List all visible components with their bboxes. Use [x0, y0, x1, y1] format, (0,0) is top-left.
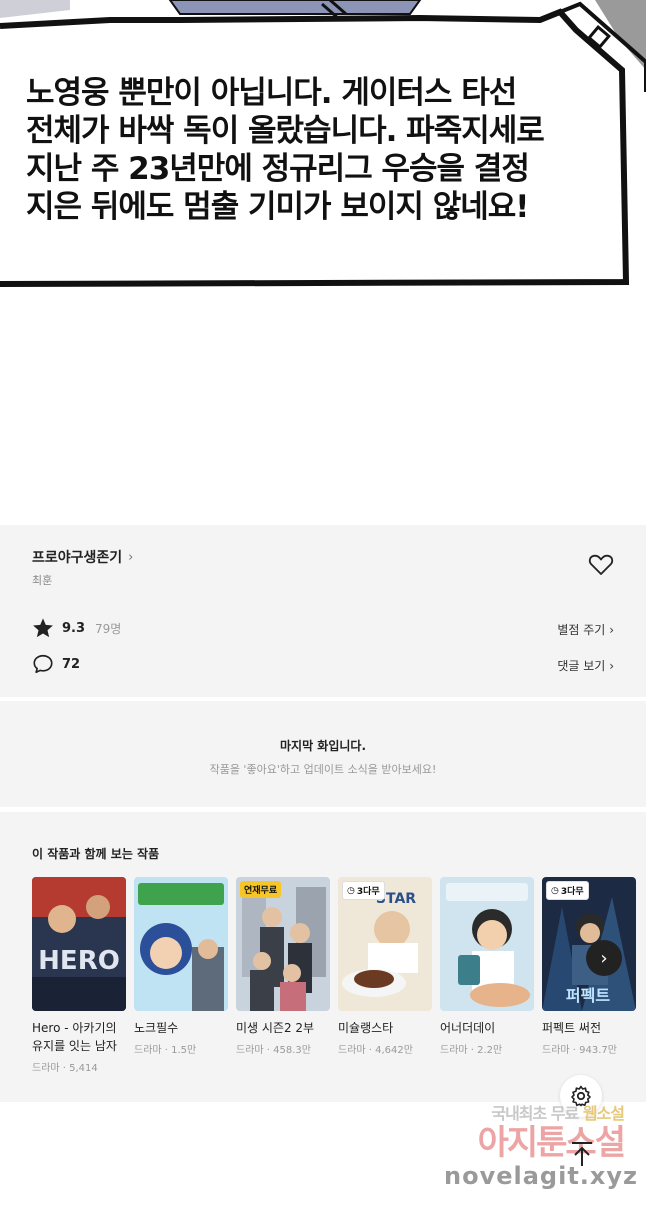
chevron-right-icon: › [609, 623, 614, 637]
cover-image [440, 877, 534, 1011]
cover-image: 퍼펙트 ◷ 3다무 [542, 877, 636, 1011]
recommendation-title: Hero - 아카기의 유지를 잇는 남자 [32, 1021, 117, 1053]
rating-count: 79명 [95, 621, 122, 636]
heart-icon[interactable] [588, 553, 614, 577]
cover-image [134, 877, 228, 1011]
watermark: 국내최초 무료 웹소설 아지툰소설 novelagit.xyz [444, 1100, 639, 1190]
last-episode-title: 마지막 화입니다. [279, 739, 367, 753]
cover-art [440, 877, 534, 1011]
recommendation-card[interactable]: 노크필수 드라마 · 1.5만 [134, 877, 228, 1074]
wait-free-badge: ◷ 3다무 [546, 881, 589, 900]
watermark-line1: 국내최초 무료 웹소설 [444, 1100, 625, 1124]
comic-panel: 노영웅 뿐만이 아닙니다. 게이터스 타선 전체가 바싹 독이 올랐습니다. 파… [0, 0, 646, 300]
recommendation-carousel[interactable]: HERO Hero - 아카기의 유지를 잇는 남자 드라마 · 5,414 노… [32, 877, 646, 1074]
free-badge: 연재무료 [240, 881, 282, 898]
recommendations-section: 이 작품과 함께 보는 작품 HERO Hero - 아카기의 유지를 잇는 남… [0, 812, 646, 1102]
watermark-line2: 아지툰소설 [477, 1123, 626, 1163]
watermark-line1-text: 국내최초 무료 [491, 1104, 579, 1123]
cover-image: 연재무료 [236, 877, 330, 1011]
recommendation-card[interactable]: HERO Hero - 아카기의 유지를 잇는 남자 드라마 · 5,414 [32, 877, 126, 1074]
comment-icon [33, 654, 53, 674]
series-info-section: 프로야구생존기 › 최훈 9.3 79명 별점 주기 › 72 댓글 보기 › [0, 525, 646, 697]
chevron-right-icon: › [128, 549, 134, 565]
recommendation-card[interactable]: 연재무료 미생 시즌2 2부 드라마 · 458.3만 [236, 877, 330, 1074]
star-icon [33, 618, 53, 638]
comments-link[interactable]: 댓글 보기 › [557, 657, 614, 674]
recommendation-meta: 드라마 · 943.7만 [542, 1045, 617, 1056]
watermark-line1-highlight: 웹소설 [582, 1104, 625, 1123]
cover-art [134, 877, 228, 1011]
wait-free-label: 3다무 [356, 887, 380, 897]
recommendation-meta: 드라마 · 458.3만 [236, 1045, 311, 1056]
comments-link-label: 댓글 보기 [557, 659, 606, 673]
recommendation-meta: 드라마 · 2.2만 [440, 1045, 503, 1056]
series-title: 프로야구생존기 [32, 550, 123, 566]
recommendation-title: 어너더데이 [440, 1021, 496, 1035]
comment-row: 72 [32, 653, 80, 675]
recommendation-card[interactable]: 퍼펙트 ◷ 3다무 퍼펙트 써전 드라마 · 943.7만 [542, 877, 636, 1074]
recommendation-card[interactable]: STAR ◷ 3다무 미슐랭스타 드라마 · 4,642만 [338, 877, 432, 1074]
watermark-line3: novelagit.xyz [444, 1162, 639, 1190]
scroll-top-button[interactable] [568, 1140, 596, 1168]
recommendations-heading: 이 작품과 함께 보는 작품 [32, 847, 160, 861]
series-author: 최훈 [32, 574, 53, 587]
recommendation-title: 퍼펙트 써전 [542, 1021, 602, 1035]
series-title-link[interactable]: 프로야구생존기 › [32, 547, 133, 567]
recommendation-title: 미슐랭스타 [338, 1021, 394, 1035]
last-episode-notice: 마지막 화입니다. 작품을 '좋아요'하고 업데이트 소식을 받아보세요! [0, 701, 646, 807]
rate-link-label: 별점 주기 [557, 623, 606, 637]
wait-free-badge: ◷ 3다무 [342, 881, 385, 900]
svg-text:퍼펙트: 퍼펙트 [566, 986, 610, 1005]
rating-value: 9.3 [62, 620, 86, 636]
clock-icon: ◷ [551, 885, 559, 896]
rate-link[interactable]: 별점 주기 › [557, 621, 614, 638]
recommendation-meta: 드라마 · 4,642만 [338, 1045, 413, 1056]
last-episode-subtitle: 작품을 '좋아요'하고 업데이트 소식을 받아보세요! [209, 763, 437, 776]
cover-image: HERO [32, 877, 126, 1011]
recommendation-meta: 드라마 · 1.5만 [134, 1045, 197, 1056]
cover-image: STAR ◷ 3다무 [338, 877, 432, 1011]
comment-count: 72 [62, 656, 81, 672]
cover-art: HERO [32, 877, 126, 1011]
recommendation-card[interactable]: 어너더데이 드라마 · 2.2만 [440, 877, 534, 1074]
speech-bubble-text: 노영웅 뿐만이 아닙니다. 게이터스 타선 전체가 바싹 독이 올랐습니다. 파… [26, 75, 545, 225]
chevron-right-icon: › [609, 659, 614, 673]
rating-row: 9.3 79명 [32, 617, 121, 639]
carousel-next-button[interactable]: › [586, 940, 622, 976]
recommendation-meta: 드라마 · 5,414 [32, 1063, 98, 1074]
svg-text:HERO: HERO [38, 946, 120, 976]
recommendation-title: 미생 시즌2 2부 [236, 1021, 315, 1035]
chevron-right-icon: › [600, 947, 608, 969]
wait-free-label: 3다무 [560, 887, 584, 897]
recommendation-title: 노크필수 [134, 1021, 179, 1035]
clock-icon: ◷ [347, 885, 355, 896]
